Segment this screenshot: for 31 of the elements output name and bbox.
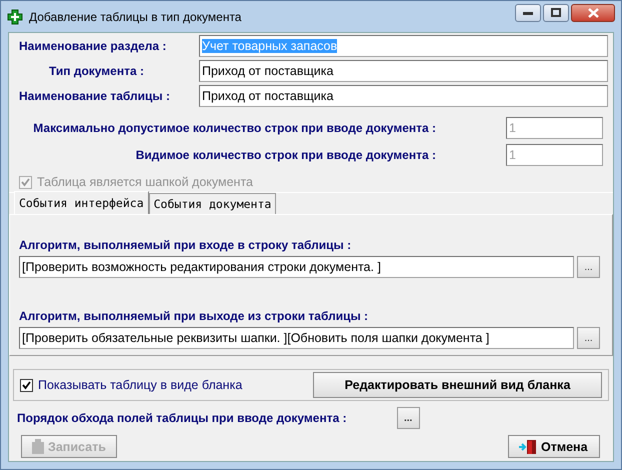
checkbox[interactable] — [20, 378, 33, 392]
tab[interactable]: События документа — [148, 193, 276, 214]
field-label: Наименование раздела : — [19, 39, 168, 53]
exit-door-icon — [519, 438, 537, 454]
field-label: Тип документа : — [48, 64, 145, 78]
tab[interactable]: События интерфейса — [14, 191, 149, 214]
field-label: Порядок обхода полей таблицы при вводе документа : — [17, 411, 347, 425]
minimize-button[interactable] — [515, 4, 541, 22]
field-label: Наименование таблицы : — [19, 89, 171, 103]
field-label: Алгоритм, выполняемый при входе в строку таблицы : — [19, 238, 352, 252]
cross-icon — [7, 8, 23, 24]
browse-button[interactable]: ... — [577, 327, 600, 349]
close-button[interactable] — [571, 4, 615, 22]
maximize-button[interactable] — [543, 4, 569, 22]
text-field[interactable]: [Проверить возможность редактирования строки документа. ] — [19, 256, 574, 278]
checkbox-label: Показывать таблицу в виде бланка — [38, 378, 242, 392]
browse-button[interactable]: ... — [396, 407, 420, 429]
text-field[interactable]: Приход от поставщика — [199, 60, 608, 82]
minimize-icon — [523, 10, 533, 14]
text-field[interactable]: [Проверить обязательные реквизиты шапки. ][Обновить поля шапки документа ] — [19, 327, 574, 349]
browse-button[interactable]: ... — [577, 256, 600, 278]
field-label: Видимое количество строк при вводе документа : — [136, 148, 436, 162]
text-field[interactable]: Приход от поставщика — [199, 85, 608, 107]
field-label: Максимально допустимое количество строк при вводе документа : — [33, 121, 436, 135]
close-icon — [588, 8, 598, 18]
maximize-icon — [551, 8, 561, 17]
cancel-button[interactable]: Отмена — [508, 435, 600, 458]
window-title: Добавление таблицы в тип документа — [29, 10, 242, 24]
edit-form-button[interactable]: Редактировать внешний вид бланка — [313, 372, 602, 398]
field-label: Алгоритм, выполняемый при выходе из строки таблицы : — [19, 309, 370, 323]
checkbox-label: Таблица является шапкой документа — [37, 175, 253, 189]
